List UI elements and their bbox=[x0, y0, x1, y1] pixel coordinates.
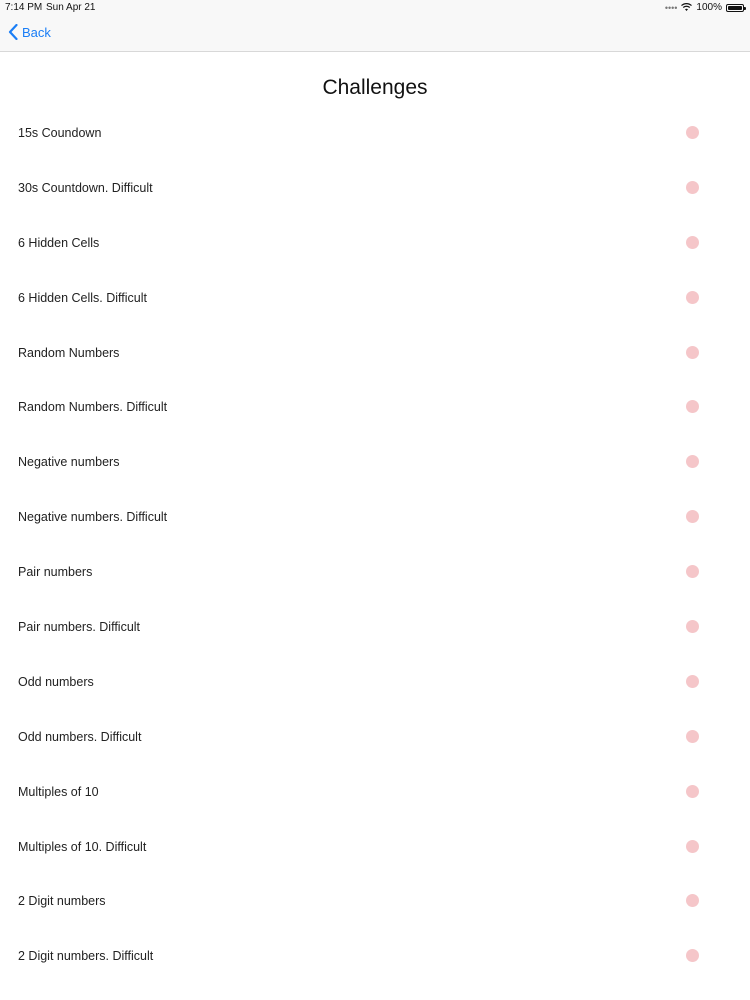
challenge-label: 2 Digit numbers. Difficult bbox=[18, 949, 154, 964]
challenge-row[interactable]: 15s Coundown bbox=[0, 106, 750, 161]
challenge-row[interactable]: Pair numbers. Difficult bbox=[0, 600, 750, 655]
challenge-label: Random Numbers bbox=[18, 345, 120, 360]
status-dot-icon bbox=[686, 180, 699, 194]
challenge-row[interactable]: Random Numbers bbox=[0, 326, 750, 381]
status-time: 7:14 PM bbox=[5, 2, 43, 13]
status-dot-icon bbox=[686, 784, 699, 798]
challenge-label: Pair numbers bbox=[18, 565, 93, 580]
battery-icon bbox=[726, 3, 746, 12]
challenge-row[interactable]: Odd numbers bbox=[0, 655, 750, 710]
status-dot-icon bbox=[686, 729, 699, 743]
challenge-label: Pair numbers. Difficult bbox=[18, 620, 141, 635]
status-dot-icon bbox=[686, 455, 699, 469]
challenge-label: 30s Countdown. Difficult bbox=[18, 180, 153, 195]
status-indicators: •••• 100% bbox=[664, 2, 746, 13]
challenge-row[interactable]: Negative numbers. Difficult bbox=[0, 490, 750, 545]
status-bar: 7:14 PM Sun Apr 21 •••• 100% bbox=[0, 0, 750, 16]
challenge-label: 2 Digit numbers bbox=[18, 894, 106, 909]
status-dot-icon bbox=[686, 565, 699, 579]
battery-percent: 100% bbox=[696, 2, 722, 13]
status-dot-icon bbox=[686, 126, 699, 139]
challenge-row[interactable]: 6 Hidden Cells. Difficult bbox=[0, 271, 750, 326]
status-date: Sun Apr 21 bbox=[46, 2, 96, 13]
challenge-row[interactable]: Multiples of 10 bbox=[0, 765, 750, 820]
back-label: Back bbox=[22, 24, 51, 40]
status-dot-icon bbox=[686, 674, 699, 688]
challenge-label: 15s Coundown bbox=[18, 126, 102, 140]
challenge-label: Negative numbers. Difficult bbox=[18, 510, 168, 525]
challenge-row[interactable]: Odd numbers. Difficult bbox=[0, 710, 750, 765]
status-dot-icon bbox=[686, 949, 699, 963]
challenge-row[interactable]: 6 Hidden Cells bbox=[0, 216, 750, 271]
challenge-row[interactable]: 2 Digit numbers. Difficult bbox=[0, 929, 750, 984]
challenge-label: 6 Hidden Cells. Difficult bbox=[18, 290, 147, 305]
page-title: Challenges bbox=[322, 76, 428, 99]
challenge-row[interactable]: 30s Countdown. Difficult bbox=[0, 161, 750, 216]
challenge-row[interactable]: 2 Digit numbers bbox=[0, 874, 750, 929]
status-dot-icon bbox=[686, 894, 699, 908]
back-button[interactable]: Back bbox=[8, 24, 51, 40]
wifi-icon bbox=[681, 3, 693, 11]
challenge-label: 6 Hidden Cells bbox=[18, 235, 100, 250]
status-dot-icon bbox=[686, 235, 699, 249]
status-dot-icon bbox=[686, 400, 699, 414]
challenge-label: Multiples of 10 bbox=[18, 784, 99, 799]
status-dot-icon bbox=[686, 290, 699, 304]
challenge-label: Negative numbers bbox=[18, 455, 120, 470]
challenge-list: 15s Coundown 30s Countdown. Difficult 6 Hi… bbox=[0, 106, 750, 984]
status-dot-icon bbox=[686, 510, 699, 524]
challenge-row[interactable]: Pair numbers bbox=[0, 545, 750, 600]
challenge-label: Odd numbers. Difficult bbox=[18, 729, 142, 744]
chevron-left-icon bbox=[8, 24, 18, 40]
challenge-label: Odd numbers bbox=[18, 674, 94, 689]
challenge-label: Random Numbers. Difficult bbox=[18, 400, 168, 415]
challenge-label: Multiples of 10. Difficult bbox=[18, 839, 147, 854]
navigation-bar: Back bbox=[0, 16, 750, 52]
challenge-row[interactable]: Multiples of 10. Difficult bbox=[0, 820, 750, 875]
challenge-row[interactable]: Random Numbers. Difficult bbox=[0, 380, 750, 435]
challenge-row[interactable]: Negative numbers bbox=[0, 435, 750, 490]
status-dot-icon bbox=[686, 620, 699, 634]
signal-icon: •••• bbox=[664, 2, 678, 13]
status-dot-icon bbox=[686, 839, 699, 853]
status-dot-icon bbox=[686, 345, 699, 359]
